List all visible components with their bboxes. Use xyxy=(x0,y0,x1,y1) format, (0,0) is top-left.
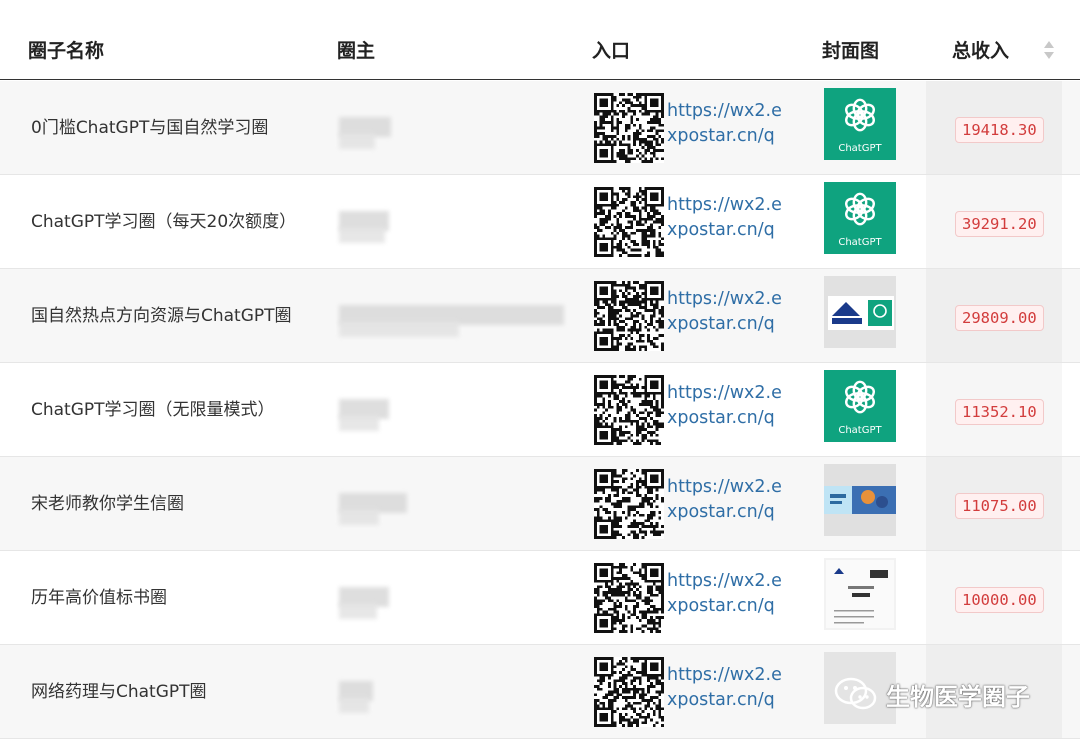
income-badge: 11352.10 xyxy=(955,399,1044,425)
watermark: 生物医学圈子 xyxy=(832,672,1030,716)
table-row: ChatGPT学习圈（无限量模式） https://wx2.expostar.cn… xyxy=(0,363,1080,457)
owner-redacted xyxy=(339,227,385,243)
circle-name: 0门槛ChatGPT与国自然学习圈 xyxy=(31,118,269,138)
table-row: 0门槛ChatGPT与国自然学习圈 https://wx2.expostar.cn… xyxy=(0,81,1080,175)
cover-image[interactable]: ChatGPT xyxy=(824,182,896,254)
watermark-text: 生物医学圈子 xyxy=(886,682,1030,711)
qr-code-icon[interactable] xyxy=(594,563,664,633)
header-cover[interactable]: 封面图 xyxy=(822,36,879,63)
cover-image[interactable] xyxy=(824,558,896,630)
income-badge: 29809.00 xyxy=(955,305,1044,331)
nsfc-logo-icon xyxy=(828,296,894,330)
qr-code-icon[interactable] xyxy=(594,187,664,257)
cover-image[interactable]: ChatGPT xyxy=(824,370,896,442)
income-badge: 11075.00 xyxy=(955,493,1044,519)
circle-name: 历年高价值标书圈 xyxy=(31,588,167,608)
entry-link[interactable]: https://wx2.expostar.cn/q xyxy=(667,99,787,149)
entry-link[interactable]: https://wx2.expostar.cn/q xyxy=(667,381,787,431)
owner-redacted xyxy=(339,321,459,337)
cover-caption: ChatGPT xyxy=(838,237,882,248)
wechat-icon xyxy=(834,677,877,710)
entry-link[interactable]: https://wx2.expostar.cn/q xyxy=(667,475,787,525)
table-row: 宋老师教你学生信圈 https://wx2.expostar.cn/q 11075.… xyxy=(0,457,1080,551)
circle-name: 宋老师教你学生信圈 xyxy=(31,494,184,514)
circle-name: ChatGPT学习圈（无限量模式） xyxy=(31,400,275,420)
entry-link[interactable]: https://wx2.expostar.cn/q xyxy=(667,569,787,619)
owner-redacted xyxy=(339,133,375,149)
cover-image[interactable] xyxy=(824,276,896,348)
cover-caption: ChatGPT xyxy=(838,425,882,436)
bio-banner-icon xyxy=(824,486,896,514)
qr-code-icon[interactable] xyxy=(594,281,664,351)
circle-name: ChatGPT学习圈（每天20次额度） xyxy=(31,212,297,232)
qr-code-icon[interactable] xyxy=(594,375,664,445)
owner-redacted xyxy=(339,697,369,713)
chatgpt-logo-icon xyxy=(844,98,876,132)
entry-link[interactable]: https://wx2.expostar.cn/q xyxy=(667,193,787,243)
table-row: ChatGPT学习圈（每天20次额度） https://wx2.expostar.… xyxy=(0,175,1080,269)
income-badge: 10000.00 xyxy=(955,587,1044,613)
circle-name: 国自然热点方向资源与ChatGPT圈 xyxy=(31,306,292,326)
owner-redacted xyxy=(339,603,377,619)
table-row: 国自然热点方向资源与ChatGPT圈 https://wx2.expostar.c… xyxy=(0,269,1080,363)
cover-image[interactable] xyxy=(824,464,896,536)
circle-table: 圈子名称 圈主 入口 封面图 总收入 0门槛ChatGPT与国自然学习圈 http… xyxy=(0,0,1080,739)
header-entry[interactable]: 入口 xyxy=(592,36,630,63)
income-badge: 39291.20 xyxy=(955,211,1044,237)
header-owner[interactable]: 圈主 xyxy=(337,36,375,63)
income-badge: 19418.30 xyxy=(955,117,1044,143)
table-body: 0门槛ChatGPT与国自然学习圈 https://wx2.expostar.cn… xyxy=(0,81,1080,739)
cover-image[interactable]: ChatGPT xyxy=(824,88,896,160)
circle-name: 网络药理与ChatGPT圈 xyxy=(31,682,207,702)
owner-redacted xyxy=(339,415,379,431)
sort-arrows-icon[interactable] xyxy=(1042,39,1056,61)
qr-code-icon[interactable] xyxy=(594,469,664,539)
table-row: 历年高价值标书圈 https://wx2.expostar.cn/q 10000.0… xyxy=(0,551,1080,645)
entry-link[interactable]: https://wx2.expostar.cn/q xyxy=(667,287,787,337)
entry-link[interactable]: https://wx2.expostar.cn/q xyxy=(667,663,787,713)
table-header: 圈子名称 圈主 入口 封面图 总收入 xyxy=(0,0,1080,80)
document-icon xyxy=(826,560,894,628)
chatgpt-logo-icon xyxy=(844,380,876,414)
cover-caption: ChatGPT xyxy=(838,143,882,154)
qr-code-icon[interactable] xyxy=(594,657,664,727)
header-income[interactable]: 总收入 xyxy=(952,36,1009,63)
header-name[interactable]: 圈子名称 xyxy=(28,36,104,63)
qr-code-icon[interactable] xyxy=(594,93,664,163)
chatgpt-logo-icon xyxy=(844,192,876,226)
owner-redacted xyxy=(339,509,379,525)
